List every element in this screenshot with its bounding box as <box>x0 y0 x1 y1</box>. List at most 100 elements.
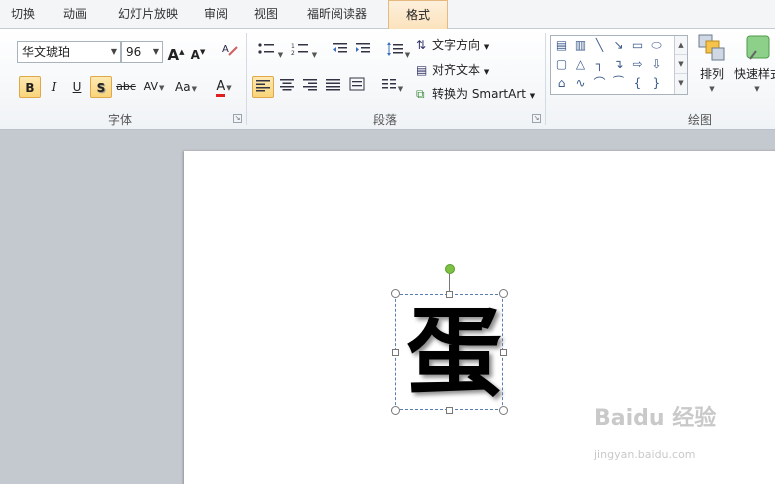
resize-handle-bottom[interactable] <box>446 407 453 414</box>
shrink-font-button[interactable]: A▼ <box>189 41 207 63</box>
font-name-value: 华文琥珀 <box>22 45 71 59</box>
tab-foxit-reader[interactable]: 福昕阅读器 <box>294 0 380 29</box>
align-text-button[interactable]: ▤ 对齐文本 ▼ <box>416 60 489 80</box>
line-shape-icon[interactable]: ╲ <box>591 37 608 54</box>
distributed-button[interactable] <box>346 76 368 98</box>
tab-review[interactable]: 审阅 <box>194 0 238 29</box>
chevron-down-icon: ▼ <box>152 47 160 56</box>
clear-formatting-button[interactable]: A <box>220 41 240 63</box>
underline-button[interactable]: U <box>67 76 87 98</box>
font-group-label: 字体 <box>107 113 132 127</box>
tab-transitions[interactable]: 切换 <box>0 0 46 29</box>
rotation-handle[interactable] <box>445 264 455 274</box>
text-direction-button[interactable]: ⇅ 文字方向 ▼ <box>416 35 489 55</box>
svg-text:2: 2 <box>291 50 295 57</box>
convert-smartart-label: 转换为 SmartArt <box>432 87 526 101</box>
tab-view[interactable]: 视图 <box>244 0 288 29</box>
tab-animations[interactable]: 动画 <box>50 0 100 29</box>
align-text-label: 对齐文本 <box>432 63 481 77</box>
text-shadow-button[interactable]: S <box>90 76 112 98</box>
font-name-combo[interactable]: 华文琥珀 ▼ <box>17 41 121 63</box>
gallery-scroll-down-icon[interactable]: ▼ <box>675 55 687 74</box>
align-left-button[interactable] <box>252 76 274 98</box>
columns-button[interactable]: ▼ <box>378 76 406 98</box>
numbering-button[interactable]: 1 2 ▼ <box>289 41 319 63</box>
justify-button[interactable] <box>323 76 343 98</box>
numbering-icon: 12 <box>291 43 308 57</box>
gallery-scroll-up-icon[interactable]: ▲ <box>675 36 687 55</box>
tab-slideshow[interactable]: 幻灯片放映 <box>106 0 190 29</box>
paragraph-dialog-launcher-icon[interactable]: ↘ <box>532 114 541 123</box>
italic-button[interactable]: I <box>44 76 64 98</box>
arrow-line-shape-icon[interactable]: ↘ <box>610 37 627 54</box>
text-box-shape-icon[interactable]: ▤ <box>553 37 570 54</box>
font-color-button[interactable]: A▼ <box>208 76 240 98</box>
curved-connector-shape-icon[interactable]: ∿ <box>572 75 589 92</box>
rectangle-shape-icon[interactable]: ▭ <box>629 37 646 54</box>
resize-handle-bottom-left[interactable] <box>391 406 400 415</box>
smartart-icon: ⧉ <box>416 87 425 101</box>
align-right-icon <box>303 79 317 91</box>
arrange-button[interactable]: 排列 ▼ <box>694 33 730 107</box>
resize-handle-left[interactable] <box>392 349 399 356</box>
font-size-combo[interactable]: 96 ▼ <box>121 41 163 63</box>
right-arrow-shape-icon[interactable]: ⇨ <box>629 56 646 73</box>
line-spacing-button[interactable]: ▼ <box>384 41 412 63</box>
resize-handle-right[interactable] <box>500 349 507 356</box>
decrease-indent-button[interactable] <box>330 41 350 63</box>
triangle-shape-icon[interactable]: △ <box>572 56 589 73</box>
change-case-icon: Aa <box>175 80 191 94</box>
resize-handle-top-left[interactable] <box>391 289 400 298</box>
resize-handle-top-right[interactable] <box>499 289 508 298</box>
chevron-down-icon: ▼ <box>754 85 760 93</box>
resize-handle-bottom-right[interactable] <box>499 406 508 415</box>
slide-canvas[interactable]: 蛋 <box>184 151 775 484</box>
distributed-icon <box>349 77 365 91</box>
ribbon-tab-bar: 切换 动画 幻灯片放映 审阅 视图 福昕阅读器 格式 <box>0 0 775 30</box>
change-case-button[interactable]: Aa▼ <box>172 76 200 98</box>
oval-shape-icon[interactable]: ⬭ <box>648 37 665 54</box>
shapes-gallery[interactable]: ▤ ▥ ╲ ↘ ▭ ⬭ ▢ △ ┐ ↴ ⇨ ⇩ ⌂ ∿ ⌒ ⁀ { } ▲ ▼ … <box>550 35 688 95</box>
elbow-connector-shape-icon[interactable]: ┐ <box>591 56 608 73</box>
bullets-button[interactable]: ▼ <box>255 41 285 63</box>
ribbon: 华文琥珀 ▼ 96 ▼ A▲ A▼ A B I U S abc AV▼ Aa▼ … <box>0 29 775 130</box>
arc-shape-icon[interactable]: ⌒ <box>591 75 608 92</box>
rounded-rectangle-shape-icon[interactable]: ▢ <box>553 56 570 73</box>
increase-indent-button[interactable] <box>353 41 373 63</box>
elbow-arrow-connector-shape-icon[interactable]: ↴ <box>610 56 627 73</box>
convert-smartart-button[interactable]: ⧉ 转换为 SmartArt ▼ <box>416 84 535 104</box>
left-brace-shape-icon[interactable]: { <box>629 75 646 92</box>
resize-handle-top[interactable] <box>446 291 453 298</box>
align-right-button[interactable] <box>300 76 320 98</box>
watermark-logo: Baidu 经验 <box>594 406 717 431</box>
align-left-icon <box>256 80 270 92</box>
chevron-down-icon: ▼ <box>110 47 118 56</box>
line-spacing-icon <box>386 42 403 56</box>
align-text-icon: ▤ <box>416 63 428 77</box>
text-direction-icon: ⇅ <box>416 38 427 52</box>
grow-font-button[interactable]: A▲ <box>167 41 185 64</box>
vertical-text-box-shape-icon[interactable]: ▥ <box>572 37 589 54</box>
flowchart-shape-icon[interactable]: ⌂ <box>553 75 570 92</box>
character-spacing-icon: AV <box>143 80 158 93</box>
down-arrow-shape-icon[interactable]: ⇩ <box>648 56 665 73</box>
shrink-font-icon: A <box>190 48 200 62</box>
quick-styles-button[interactable]: 快速样式 ▼ <box>734 33 775 107</box>
gallery-scrollbar[interactable]: ▲ ▼ ▼ <box>674 36 687 94</box>
text-box-selection[interactable] <box>395 294 503 410</box>
tab-format[interactable]: 格式 <box>388 0 448 30</box>
svg-text:1: 1 <box>291 43 295 50</box>
watermark-url: jingyan.baidu.com <box>594 448 696 461</box>
wave-shape-icon[interactable]: ⁀ <box>610 75 627 92</box>
justify-icon <box>326 79 340 91</box>
strikethrough-button[interactable]: abc <box>115 76 137 98</box>
arrange-icon <box>698 34 725 61</box>
bold-button[interactable]: B <box>19 76 41 98</box>
font-dialog-launcher-icon[interactable]: ↘ <box>233 114 242 123</box>
gallery-more-icon[interactable]: ▼ <box>675 74 687 93</box>
increase-indent-icon <box>356 43 370 53</box>
align-center-button[interactable] <box>277 76 297 98</box>
right-brace-shape-icon[interactable]: } <box>648 75 665 92</box>
character-spacing-button[interactable]: AV▼ <box>140 76 168 98</box>
arrange-label: 排列 <box>699 67 724 81</box>
